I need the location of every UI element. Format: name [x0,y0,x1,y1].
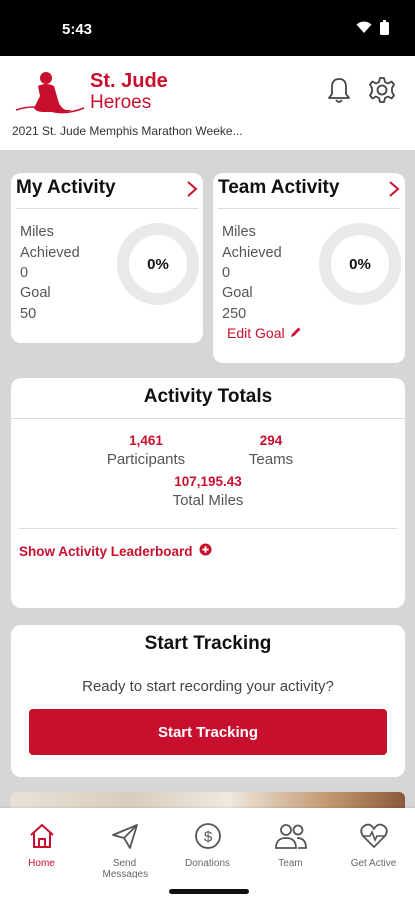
status-time: 5:43 [62,21,93,38]
wifi-icon [356,21,372,39]
teams-value: 294 [259,433,283,448]
chevron-right-icon[interactable] [387,179,401,204]
team-activity-card[interactable]: Team Activity Miles Achieved 0 Goal 250 … [213,173,405,363]
miles-achieved-label-line2: Achieved [222,245,282,261]
nav-label-donations: Donations [184,858,231,869]
miles-achieved-label-line2: Achieved [20,245,80,261]
heart-pulse-icon [359,821,389,856]
participants-metric: 1,461 Participants [91,433,201,468]
app-header: St. Jude Heroes 2021 St. Jude Memphis Ma… [0,56,415,150]
bell-icon[interactable] [324,75,354,105]
nav-item-team[interactable]: Team [249,808,332,878]
logo-title: St. Jude [90,70,168,92]
miles-achieved-value: 0 [222,265,231,281]
miles-achieved-value: 0 [20,265,29,281]
nav-label-send-messages: Send Messages [102,858,149,880]
dollar-icon: $ [193,821,223,856]
nav-label-home: Home [28,858,55,869]
team-icon [273,821,309,856]
bottom-nav: Home Send Messages $ Donations Team Get … [0,808,415,880]
paper-plane-icon [110,821,140,856]
status-bar: 5:43 [0,0,415,56]
miles-achieved-label: Miles [20,224,54,240]
start-tracking-button[interactable]: Start Tracking [29,709,387,755]
logo-subtitle: Heroes [90,92,152,113]
status-icons [356,20,389,40]
participants-label: Participants [106,451,186,468]
my-activity-title: My Activity [16,177,116,198]
nav-label-team: Team [278,858,303,869]
nav-label-get-active: Get Active [350,858,397,869]
total-miles-metric: 107,195.43 Total Miles [148,474,268,509]
goal-value: 250 [222,306,247,322]
nav-item-donations[interactable]: $ Donations [166,808,249,878]
activity-totals-title: Activity Totals [143,386,273,407]
svg-text:$: $ [203,829,212,846]
home-icon [27,821,57,856]
st-jude-heroes-logo: St. Jude Heroes [14,70,194,116]
team-activity-title: Team Activity [218,177,340,198]
edit-goal-link[interactable]: Edit Goal [227,325,302,341]
goal-value: 50 [20,306,37,322]
show-leaderboard-link[interactable]: Show Activity Leaderboard [19,543,212,559]
nav-item-get-active[interactable]: Get Active [332,808,415,878]
child-figure-logo-icon [15,72,85,114]
battery-icon [380,20,389,40]
progress-label: 0% [147,255,169,273]
divider [16,208,198,209]
start-tracking-card: Start Tracking Ready to start recording … [11,625,405,777]
progress-ring: 0% [117,223,199,305]
pencil-icon [290,325,302,341]
chevron-right-icon[interactable] [185,179,199,204]
total-miles-value: 107,195.43 [174,474,242,489]
participants-value: 1,461 [129,433,163,448]
edit-goal-label: Edit Goal [227,325,285,341]
start-tracking-title: Start Tracking [144,633,272,654]
my-activity-card[interactable]: My Activity Miles Achieved 0 Goal 50 0% [11,173,203,343]
progress-label: 0% [349,255,371,273]
teams-label: Teams [248,451,294,468]
miles-achieved-label: Miles [222,224,256,240]
nav-item-send-messages[interactable]: Send Messages [83,808,166,880]
total-miles-label: Total Miles [172,492,244,509]
event-name: 2021 St. Jude Memphis Marathon Weeke... [12,124,243,138]
activity-totals-card: Activity Totals 1,461 Participants 294 T… [11,378,405,608]
home-gesture-bar[interactable] [169,889,249,894]
divider [19,528,397,529]
show-leaderboard-label: Show Activity Leaderboard [19,543,193,559]
goal-label: Goal [222,285,253,301]
divider [218,208,400,209]
teams-metric: 294 Teams [231,433,311,468]
gear-icon[interactable] [367,75,397,105]
gesture-area [0,878,415,900]
divider [11,418,405,419]
progress-ring: 0% [319,223,401,305]
goal-label: Goal [20,285,51,301]
plus-circle-icon [199,543,212,559]
start-tracking-prompt: Ready to start recording your activity? [82,678,334,695]
nav-item-home[interactable]: Home [0,808,83,878]
